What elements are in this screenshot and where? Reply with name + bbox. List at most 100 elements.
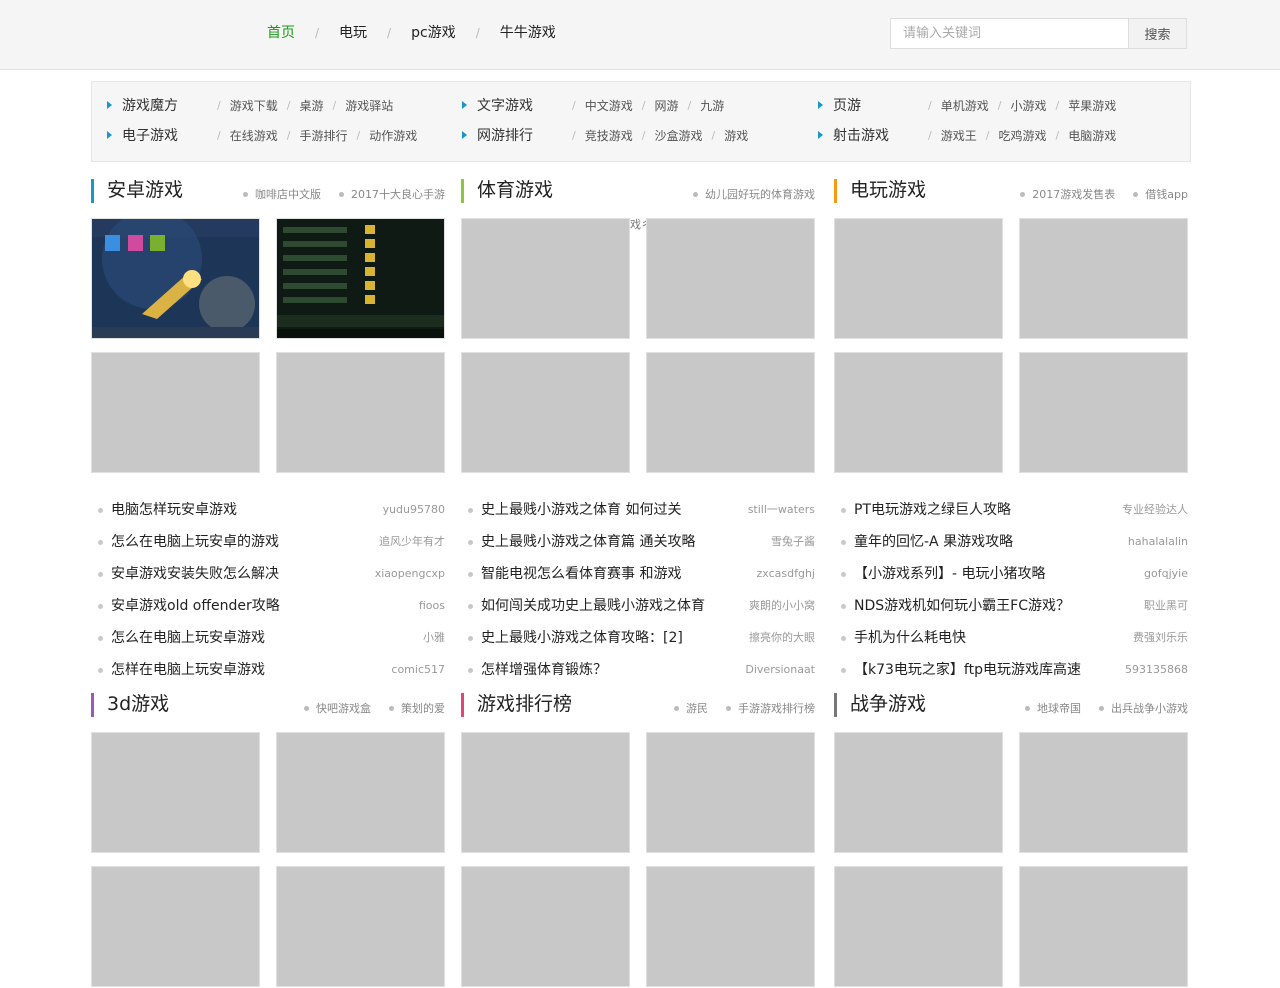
article-title[interactable]: 【小游戏系列】- 电玩小猪攻略 bbox=[854, 564, 1046, 584]
game-thumbnail[interactable] bbox=[646, 732, 815, 853]
game-thumbnail[interactable] bbox=[1019, 218, 1188, 339]
section-tag-link[interactable]: 地球帝国 bbox=[1025, 700, 1081, 716]
game-thumbnail[interactable] bbox=[1019, 732, 1188, 853]
article-title[interactable]: NDS游戏机如何玩小霸王FC游戏？ bbox=[854, 596, 1070, 616]
game-thumbnail[interactable] bbox=[276, 732, 445, 853]
category-sub-link[interactable]: 竞技游戏 bbox=[585, 127, 633, 144]
category-sub-link[interactable]: 沙盒游戏 bbox=[654, 127, 702, 144]
article-title[interactable]: 如何闯关成功史上最贱小游戏之体育 bbox=[481, 596, 705, 616]
section-tag-link[interactable]: 策划的爱 bbox=[389, 700, 445, 716]
category-main-link[interactable]: 射击游戏 bbox=[833, 125, 919, 145]
article-item[interactable]: PT电玩游戏之绿巨人攻略 专业经验达人 bbox=[834, 500, 1188, 532]
category-sub-link[interactable]: 游戏驿站 bbox=[345, 97, 393, 114]
article-title[interactable]: 怎样增强体育锻炼？ bbox=[481, 660, 607, 680]
section-tag-link[interactable]: 游民 bbox=[674, 700, 708, 716]
category-sub-link[interactable]: 电脑游戏 bbox=[1068, 127, 1116, 144]
game-thumbnail[interactable] bbox=[646, 218, 815, 339]
game-thumbnail[interactable] bbox=[276, 218, 445, 339]
section-tag-link[interactable]: 出兵战争小游戏 bbox=[1099, 700, 1188, 716]
section-title[interactable]: 游戏排行榜 bbox=[477, 691, 572, 717]
article-title[interactable]: 安卓游戏old offender攻略 bbox=[111, 596, 280, 616]
article-title[interactable]: 【k73电玩之家】ftp电玩游戏库高速 bbox=[854, 660, 1081, 680]
category-sub-link[interactable]: 吃鸡游戏 bbox=[998, 127, 1046, 144]
category-main-link[interactable]: 文字游戏 bbox=[477, 95, 563, 115]
section-title[interactable]: 体育游戏 bbox=[477, 177, 553, 203]
category-sub-link[interactable]: 网游 bbox=[654, 97, 678, 114]
section-tag-link[interactable]: 借钱app bbox=[1133, 186, 1188, 202]
article-item[interactable]: 史上最贱小游戏之体育篇 通关攻略 雪兔子酱 bbox=[461, 532, 815, 564]
nav-pc-games[interactable]: pc游戏 bbox=[411, 22, 456, 44]
category-sub-link[interactable]: 动作游戏 bbox=[369, 127, 417, 144]
category-sub-link[interactable]: 九游 bbox=[700, 97, 724, 114]
game-thumbnail[interactable] bbox=[834, 218, 1003, 339]
nav-dianwan[interactable]: 电玩 bbox=[339, 22, 367, 44]
category-main-link[interactable]: 网游排行 bbox=[477, 125, 563, 145]
article-item[interactable]: 怎么在电脑上玩安卓的游戏 追风少年有才 bbox=[91, 532, 445, 564]
game-thumbnail[interactable] bbox=[461, 352, 630, 473]
game-thumbnail[interactable] bbox=[91, 732, 260, 853]
section-title[interactable]: 安卓游戏 bbox=[107, 177, 183, 203]
category-main-link[interactable]: 页游 bbox=[833, 95, 919, 115]
article-item[interactable]: 史上最贱小游戏之体育 如何过关 still一waters bbox=[461, 500, 815, 532]
category-sub-link[interactable]: 小游戏 bbox=[1010, 97, 1046, 114]
article-item[interactable]: NDS游戏机如何玩小霸王FC游戏？ 职业黑可 bbox=[834, 596, 1188, 628]
article-item[interactable]: 怎样在电脑上玩安卓游戏 comic517 bbox=[91, 660, 445, 692]
section-tag-link[interactable]: 2017游戏发售表 bbox=[1020, 186, 1115, 202]
article-title[interactable]: PT电玩游戏之绿巨人攻略 bbox=[854, 500, 1011, 520]
article-title[interactable]: 史上最贱小游戏之体育攻略：[2] bbox=[481, 628, 683, 648]
article-title[interactable]: 安卓游戏安装失败怎么解决 bbox=[111, 564, 279, 584]
category-sub-link[interactable]: 桌游 bbox=[299, 97, 323, 114]
game-thumbnail[interactable] bbox=[1019, 866, 1188, 987]
game-thumbnail[interactable] bbox=[461, 732, 630, 853]
article-item[interactable]: 怎样增强体育锻炼？ Diversionaat bbox=[461, 660, 815, 692]
section-tag-link[interactable]: 快吧游戏盒 bbox=[304, 700, 371, 716]
game-thumbnail[interactable] bbox=[834, 352, 1003, 473]
article-title[interactable]: 怎样在电脑上玩安卓游戏 bbox=[111, 660, 265, 680]
category-sub-link[interactable]: 手游排行 bbox=[299, 127, 347, 144]
article-title[interactable]: 史上最贱小游戏之体育篇 通关攻略 bbox=[481, 532, 695, 552]
game-thumbnail[interactable] bbox=[461, 218, 630, 339]
article-title[interactable]: 童年的回忆-A 果游戏攻略 bbox=[854, 532, 1013, 552]
article-item[interactable]: 【小游戏系列】- 电玩小猪攻略 gofqjyie bbox=[834, 564, 1188, 596]
nav-home[interactable]: 首页 bbox=[267, 22, 295, 44]
article-item[interactable]: 安卓游戏安装失败怎么解决 xiaopengcxp bbox=[91, 564, 445, 596]
article-title[interactable]: 电脑怎样玩安卓游戏 bbox=[111, 500, 237, 520]
article-title[interactable]: 怎么在电脑上玩安卓游戏 bbox=[111, 628, 265, 648]
game-thumbnail[interactable] bbox=[1019, 352, 1188, 473]
search-input[interactable] bbox=[890, 18, 1128, 49]
game-thumbnail[interactable] bbox=[91, 218, 260, 339]
article-item[interactable]: 安卓游戏old offender攻略 fioos bbox=[91, 596, 445, 628]
article-title[interactable]: 史上最贱小游戏之体育 如何过关 bbox=[481, 500, 681, 520]
article-title[interactable]: 怎么在电脑上玩安卓的游戏 bbox=[111, 532, 279, 552]
category-main-link[interactable]: 游戏魔方 bbox=[122, 95, 208, 115]
article-item[interactable]: 智能电视怎么看体育赛事 和游戏 zxcasdfghj bbox=[461, 564, 815, 596]
section-tag-link[interactable]: 幼儿园好玩的体育游戏 bbox=[693, 186, 815, 202]
article-title[interactable]: 智能电视怎么看体育赛事 和游戏 bbox=[481, 564, 681, 584]
category-sub-link[interactable]: 游戏下载 bbox=[230, 97, 278, 114]
search-button[interactable]: 搜索 bbox=[1128, 18, 1187, 49]
category-sub-link[interactable]: 游戏 bbox=[724, 127, 748, 144]
category-sub-link[interactable]: 苹果游戏 bbox=[1068, 97, 1116, 114]
section-title[interactable]: 电玩游戏 bbox=[850, 177, 926, 203]
game-thumbnail[interactable] bbox=[646, 352, 815, 473]
article-item[interactable]: 怎么在电脑上玩安卓游戏 小雅 bbox=[91, 628, 445, 660]
article-item[interactable]: 如何闯关成功史上最贱小游戏之体育 爽朗的小小窝 bbox=[461, 596, 815, 628]
article-title[interactable]: 手机为什么耗电快 bbox=[854, 628, 966, 648]
article-item[interactable]: 童年的回忆-A 果游戏攻略 hahalalalin bbox=[834, 532, 1188, 564]
game-thumbnail[interactable] bbox=[834, 732, 1003, 853]
game-thumbnail[interactable] bbox=[276, 352, 445, 473]
category-sub-link[interactable]: 单机游戏 bbox=[941, 97, 989, 114]
game-thumbnail[interactable] bbox=[834, 866, 1003, 987]
section-tag-link[interactable]: 咖啡店中文版 bbox=[243, 186, 321, 202]
article-item[interactable]: 【k73电玩之家】ftp电玩游戏库高速 593135868 bbox=[834, 660, 1188, 692]
article-item[interactable]: 手机为什么耗电快 费强刘乐乐 bbox=[834, 628, 1188, 660]
game-thumbnail[interactable] bbox=[461, 866, 630, 987]
category-sub-link[interactable]: 中文游戏 bbox=[585, 97, 633, 114]
category-sub-link[interactable]: 在线游戏 bbox=[230, 127, 278, 144]
category-sub-link[interactable]: 游戏王 bbox=[941, 127, 977, 144]
game-thumbnail[interactable] bbox=[91, 352, 260, 473]
section-title[interactable]: 战争游戏 bbox=[850, 691, 926, 717]
section-tag-link[interactable]: 手游游戏排行榜 bbox=[726, 700, 815, 716]
category-main-link[interactable]: 电子游戏 bbox=[122, 125, 208, 145]
game-thumbnail[interactable] bbox=[276, 866, 445, 987]
